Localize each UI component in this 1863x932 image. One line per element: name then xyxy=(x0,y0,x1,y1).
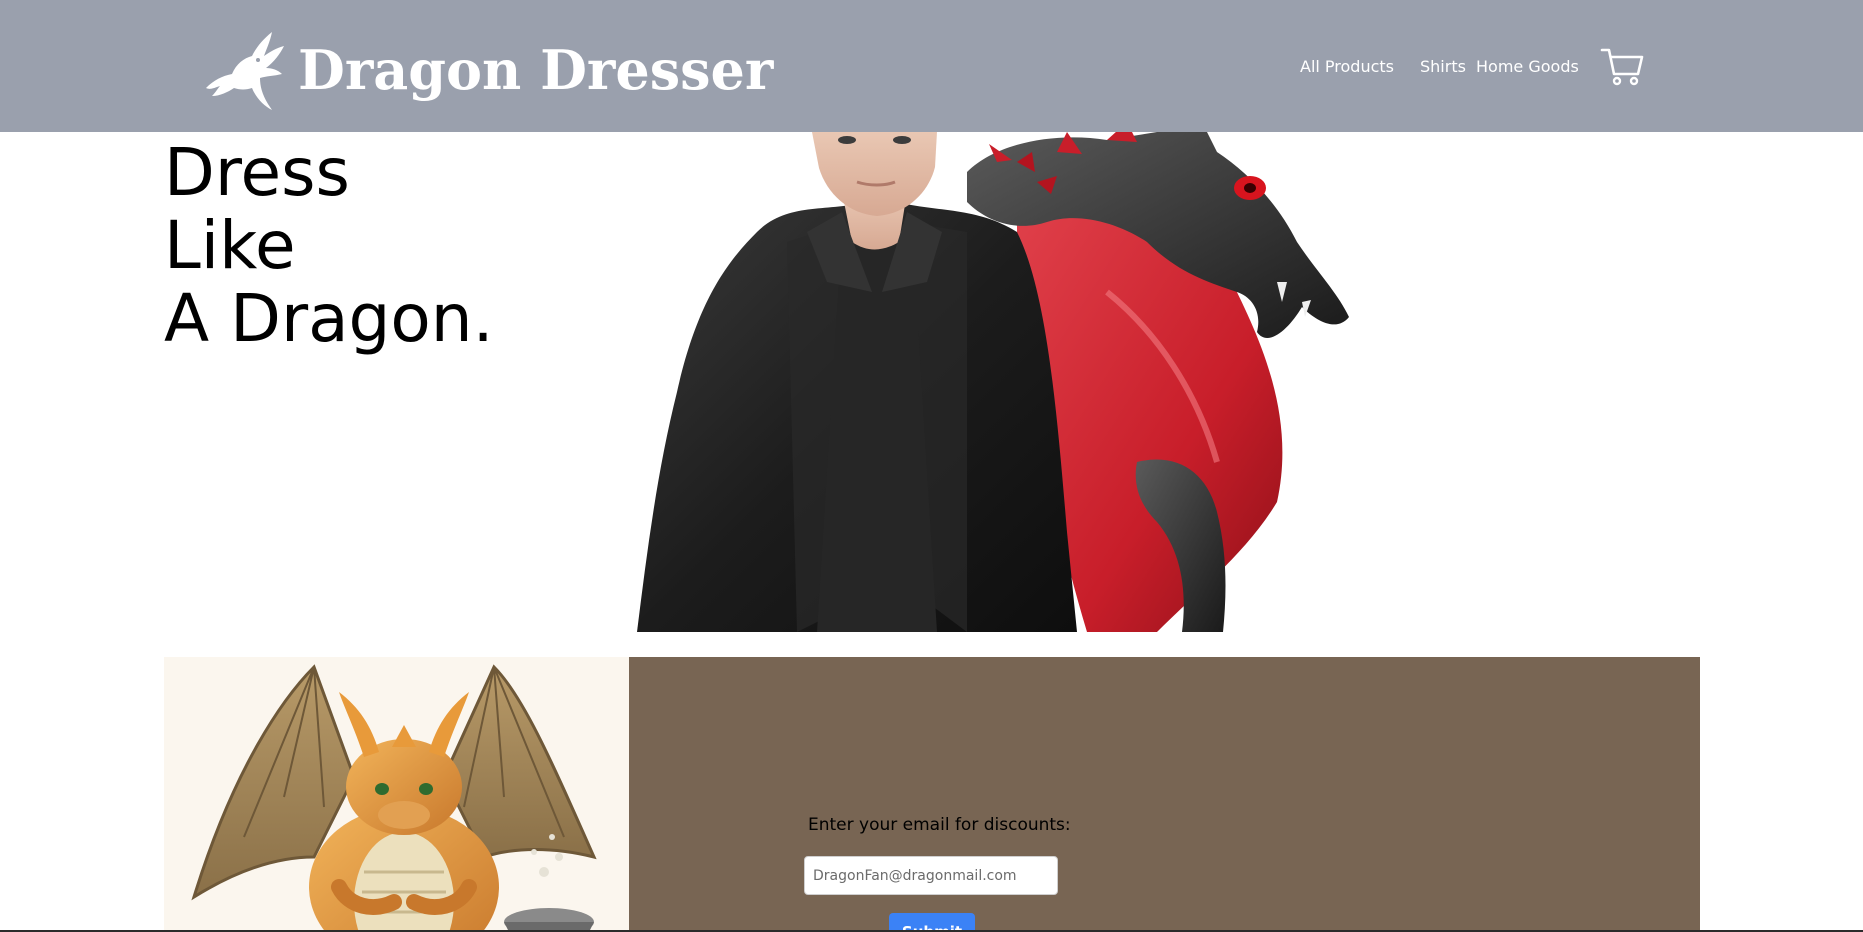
dragon-logo-icon xyxy=(206,32,284,110)
model-with-black-dragon-image xyxy=(637,132,1349,632)
hero-title: Dress Like A Dragon. xyxy=(164,136,494,355)
hero-image xyxy=(637,132,1457,632)
shopping-cart-icon[interactable] xyxy=(1600,44,1644,88)
discount-signup-section: Enter your email for discounts: Submit xyxy=(164,657,1700,932)
brand-name: Dragon Dresser xyxy=(298,38,774,102)
golden-baby-dragon-image xyxy=(191,664,597,932)
hero-title-line: A Dragon. xyxy=(164,280,494,357)
email-discount-label: Enter your email for discounts: xyxy=(808,815,1071,835)
nav-all-products-link[interactable]: All Products xyxy=(1300,57,1394,76)
promo-image xyxy=(164,657,629,932)
brand-home-link[interactable]: Dragon Dresser xyxy=(200,30,773,110)
navbar: Dragon Dresser All Products Shirts Home … xyxy=(0,0,1863,132)
nav-shirts-link[interactable]: Shirts xyxy=(1420,57,1466,76)
hero-title-line: Dress xyxy=(164,134,350,211)
hero-title-line: Like xyxy=(164,207,296,284)
nav-home-goods-link[interactable]: Home Goods xyxy=(1476,57,1579,76)
email-input[interactable] xyxy=(804,856,1058,895)
